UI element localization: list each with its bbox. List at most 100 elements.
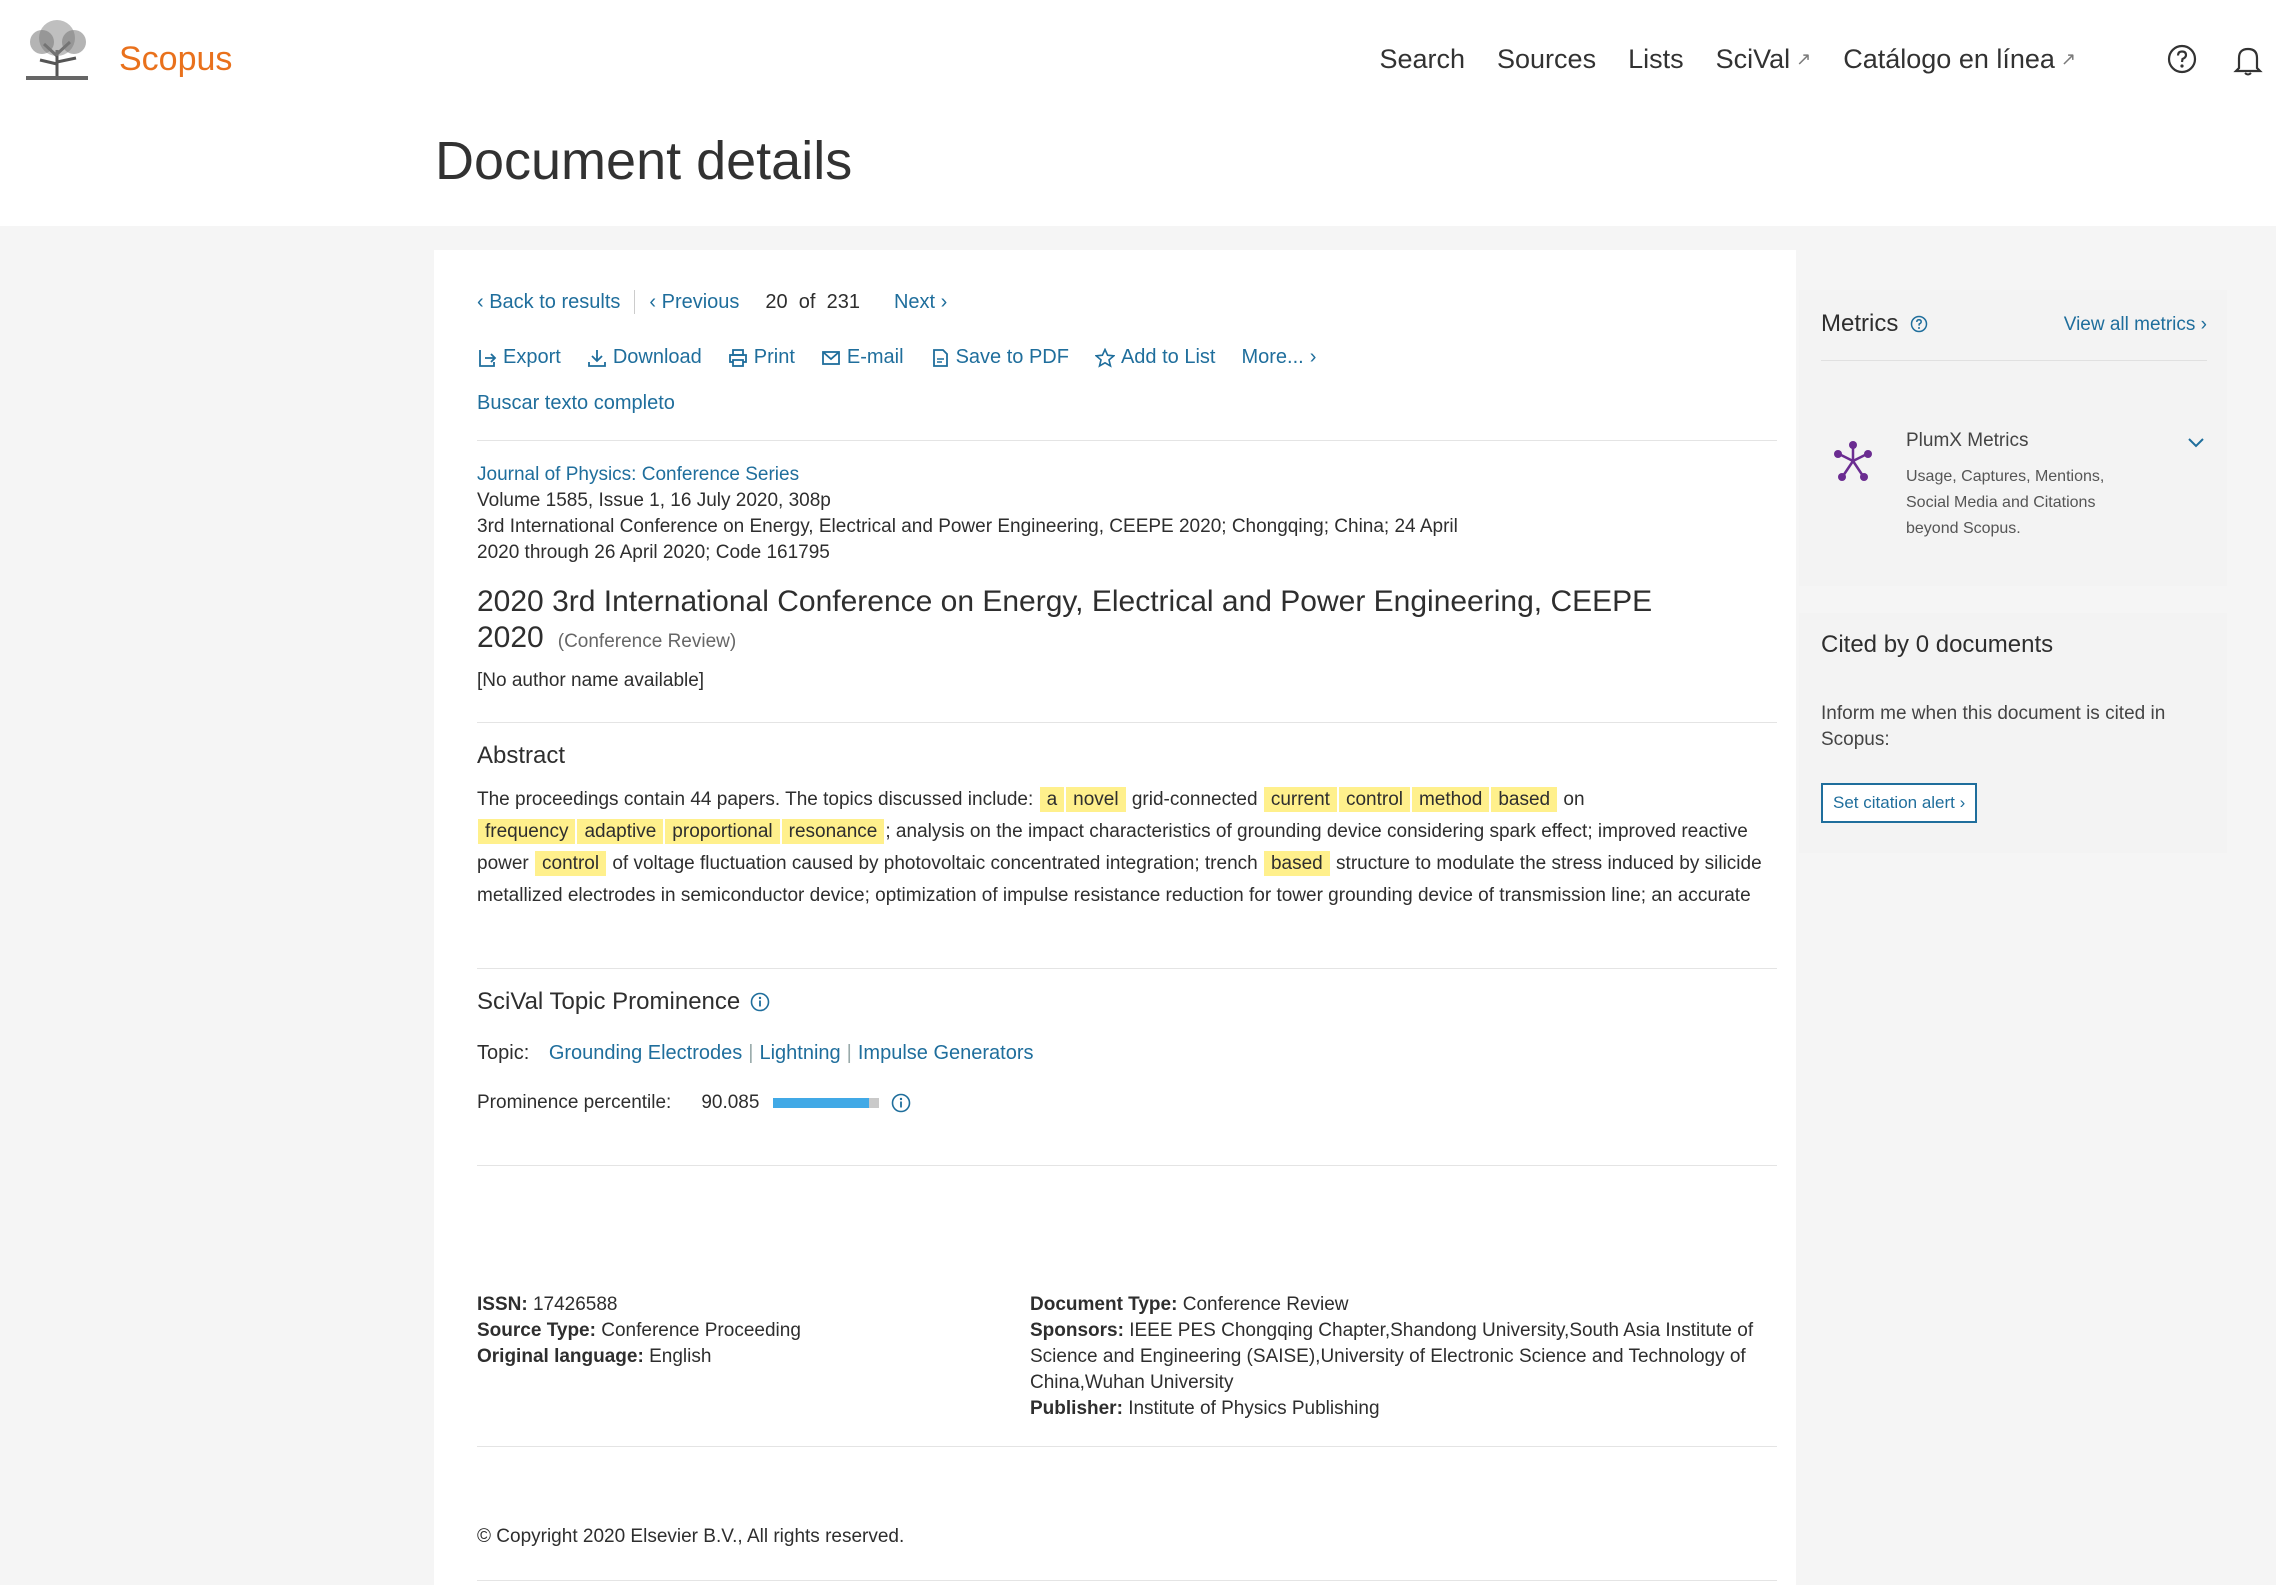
chevron-down-icon[interactable] <box>2187 436 2205 450</box>
cited-by-panel: Cited by 0 documents Inform me when this… <box>1799 613 2227 853</box>
highlight-term: a <box>1039 787 1065 812</box>
source-info: Journal of Physics: Conference Series Vo… <box>477 462 1777 566</box>
highlight-term: current <box>1263 787 1337 812</box>
highlight-term: frequency <box>478 819 576 844</box>
abstract-heading: Abstract <box>477 742 566 769</box>
elsevier-logo-icon[interactable] <box>20 16 94 82</box>
nav-scival-label: SciVal <box>1715 44 1791 74</box>
document-card: ‹ Back to results ‹ Previous 20 of 231 N… <box>434 250 1796 1585</box>
nav-lists[interactable]: Lists <box>1628 44 1684 75</box>
highlight-term: adaptive <box>577 819 664 844</box>
metrics-panel: Metrics View all metrics › PlumX Metrics… <box>1799 290 2227 586</box>
scopus-brand[interactable]: Scopus <box>119 40 232 79</box>
print-button[interactable]: Print <box>728 346 795 369</box>
download-button[interactable]: Download <box>587 346 702 369</box>
prominence-value: 90.085 <box>701 1092 760 1113</box>
view-all-metrics-link[interactable]: View all metrics › <box>2064 314 2207 336</box>
help-icon[interactable] <box>2167 44 2197 74</box>
topic-link[interactable]: Impulse Generators <box>858 1042 1034 1064</box>
cited-by-heading: Cited by 0 documents <box>1821 631 2054 658</box>
info-icon[interactable] <box>891 1093 911 1113</box>
language-label: Original language: <box>477 1346 644 1367</box>
nav-divider <box>634 290 636 314</box>
conference-info-line1: 3rd International Conference on Energy, … <box>477 516 1458 537</box>
nav-search-label: Search <box>1379 44 1466 74</box>
divider <box>1821 360 2207 361</box>
nav-catalogo-label: Catálogo en línea <box>1843 44 2055 74</box>
nav-search[interactable]: Search <box>1379 44 1465 75</box>
metrics-heading-text: Metrics <box>1821 310 1899 337</box>
email-label: E-mail <box>846 346 904 368</box>
highlight-term: based <box>1491 787 1558 812</box>
nav-scival[interactable]: SciVal ↗ <box>1716 44 1812 75</box>
topic-label: Topic: <box>477 1042 530 1064</box>
topic-separator: | <box>748 1042 754 1064</box>
topic-link[interactable]: Grounding Electrodes <box>549 1042 742 1064</box>
email-icon <box>821 350 840 365</box>
of-label: of <box>798 290 816 313</box>
nav-catalogo[interactable]: Catálogo en línea ↗ <box>1843 44 2076 75</box>
divider <box>477 722 1777 723</box>
copyright: © Copyright 2020 Elsevier B.V., All righ… <box>477 1526 905 1547</box>
export-label: Export <box>503 346 561 368</box>
journal-link[interactable]: Journal of Physics: Conference Series <box>477 462 1777 488</box>
prominence-bar <box>773 1098 880 1108</box>
citation-alert-label: Set citation alert <box>1833 793 1955 812</box>
save-pdf-label: Save to PDF <box>955 346 1069 368</box>
bell-icon[interactable] <box>2233 44 2263 76</box>
authors: [No author name available] <box>477 670 705 691</box>
result-position: 20 of 231 <box>765 291 860 314</box>
divider <box>477 1446 1777 1447</box>
next-link[interactable]: Next › <box>894 291 947 314</box>
topic-separator: | <box>846 1042 852 1064</box>
sponsors-label: Sponsors: <box>1030 1320 1124 1341</box>
external-link-icon: ↗ <box>1796 49 1812 69</box>
details-column-2: Document Type: Conference Review Sponsor… <box>1030 1292 1790 1422</box>
back-label: Back to results <box>489 290 621 313</box>
back-to-results-link[interactable]: ‹ Back to results <box>477 291 620 314</box>
divider <box>477 1165 1777 1166</box>
divider <box>477 440 1777 441</box>
highlight-term: control <box>1338 787 1410 812</box>
add-to-list-label: Add to List <box>1120 346 1216 368</box>
more-button[interactable]: More... › <box>1241 346 1316 369</box>
plumx-title[interactable]: PlumX Metrics <box>1906 430 2028 452</box>
download-label: Download <box>612 346 702 368</box>
print-icon <box>728 348 747 367</box>
nav-sources-label: Sources <box>1497 44 1597 74</box>
sponsors-row: Sponsors: IEEE PES Chongqing Chapter,Sha… <box>1030 1318 1790 1396</box>
more-label: More... <box>1241 346 1304 368</box>
question-icon[interactable] <box>1910 315 1928 333</box>
nav-sources[interactable]: Sources <box>1497 44 1596 75</box>
abstract-segment: The proceedings contain 44 papers. The t… <box>477 789 1039 810</box>
save-pdf-button[interactable]: Save to PDF <box>930 346 1069 369</box>
publisher-row: Publisher: Institute of Physics Publishi… <box>1030 1396 1790 1422</box>
info-icon[interactable] <box>750 992 770 1012</box>
topic-link[interactable]: Lightning <box>759 1042 840 1064</box>
publisher-value: Institute of Physics Publishing <box>1128 1398 1380 1419</box>
divider <box>477 968 1777 969</box>
set-citation-alert-button[interactable]: Set citation alert › <box>1821 783 1978 823</box>
previous-link[interactable]: ‹ Previous <box>649 291 739 314</box>
add-to-list-button[interactable]: Add to List <box>1094 346 1216 369</box>
document-type-tag: (Conference Review) <box>557 631 737 652</box>
print-label: Print <box>753 346 795 368</box>
highlight-term: control <box>535 851 607 876</box>
source-type-label: Source Type: <box>477 1320 596 1341</box>
star-icon <box>1094 347 1115 368</box>
top-header: Scopus Search Sources Lists SciVal ↗ Catá… <box>0 0 2276 226</box>
top-nav: Search Sources Lists SciVal ↗ Catálogo en… <box>1379 44 2076 75</box>
plumx-icon <box>1834 441 1872 481</box>
view-all-label: View all metrics <box>2063 314 2196 335</box>
highlight-term: method <box>1411 787 1490 812</box>
language-value: English <box>649 1346 712 1367</box>
email-button[interactable]: E-mail <box>821 346 904 369</box>
issn-label: ISSN: <box>477 1294 528 1315</box>
next-label: Next <box>893 290 936 313</box>
full-text-link[interactable]: Buscar texto completo <box>477 392 1777 415</box>
source-type-value: Conference Proceeding <box>601 1320 801 1341</box>
document-details: ISSN: 17426588 Source Type: Conference P… <box>477 1292 1777 1419</box>
topic-row: Topic: Grounding Electrodes | Lightning | Im… <box>477 1042 1777 1065</box>
document-title: 2020 3rd International Conference on Ene… <box>477 584 1677 660</box>
export-button[interactable]: Export <box>477 346 561 369</box>
